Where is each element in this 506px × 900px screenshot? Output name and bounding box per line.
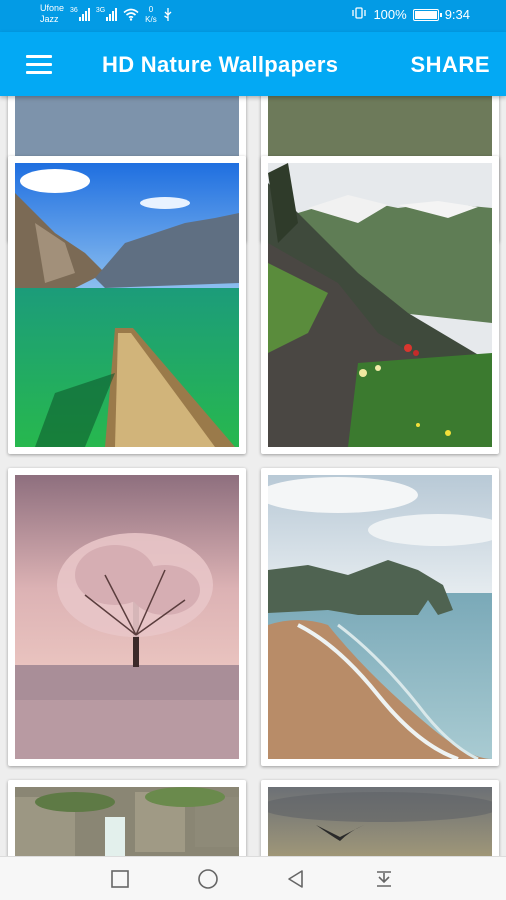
signal-2-icon: 3G: [95, 7, 118, 21]
network-speed-unit: K/s: [145, 15, 157, 24]
system-nav-bar: [0, 856, 506, 900]
wallpaper-thumbnail: [15, 475, 239, 759]
wallpaper-card-stone-ruins-waterfall[interactable]: [8, 780, 246, 856]
wallpaper-thumbnail: [268, 163, 492, 447]
vibrate-icon: [351, 7, 367, 22]
wallpaper-thumbnail: [15, 163, 239, 447]
wallpaper-thumbnail: [15, 787, 239, 856]
battery-percent: 100%: [373, 7, 407, 22]
wallpaper-grid[interactable]: [0, 96, 506, 856]
home-icon[interactable]: [194, 867, 222, 891]
usb-icon: [163, 8, 173, 24]
carrier-2: Jazz: [40, 14, 59, 24]
wallpaper-card-sunset-bird[interactable]: [261, 780, 499, 856]
signal-1-tag: 36: [70, 7, 78, 14]
recent-apps-icon[interactable]: [106, 867, 134, 891]
wallpaper-card-coastal-arch[interactable]: [261, 468, 499, 766]
wallpaper-thumbnail: [268, 475, 492, 759]
share-button[interactable]: SHARE: [410, 52, 490, 78]
wallpaper-card-alpine-meadow[interactable]: [261, 156, 499, 454]
battery-fill: [414, 10, 437, 19]
signal-1-icon: 36: [70, 7, 90, 21]
status-right: 100% 9:34: [351, 7, 470, 22]
notification-pull-icon[interactable]: [370, 867, 398, 891]
carrier-names: Ufone Jazz: [40, 3, 64, 25]
app-bar: HD Nature Wallpapers SHARE: [0, 32, 506, 96]
back-icon[interactable]: [282, 867, 310, 891]
clock: 9:34: [444, 7, 470, 22]
wallpaper-card-mountain-lake-dock[interactable]: [8, 156, 246, 454]
wallpaper-card-pink-tree-beach[interactable]: [8, 468, 246, 766]
wallpaper-thumbnail: [268, 787, 492, 856]
status-bar: Ufone Jazz 36 3G 0 K/s 100% 9:34: [0, 0, 506, 32]
screen: Ufone Jazz 36 3G 0 K/s 100% 9:34 HD Natu…: [0, 0, 506, 900]
network-speed: 0 K/s: [145, 5, 157, 25]
hamburger-menu-icon[interactable]: [18, 50, 60, 78]
network-speed-value: 0: [148, 5, 154, 14]
signal-2-tag: 3G: [95, 7, 106, 14]
app-title: HD Nature Wallpapers: [102, 52, 339, 77]
status-left: Ufone Jazz 36 3G 0 K/s: [40, 3, 173, 25]
carrier-1: Ufone: [40, 3, 65, 13]
battery-icon: [412, 8, 442, 21]
wifi-icon: [123, 8, 139, 24]
